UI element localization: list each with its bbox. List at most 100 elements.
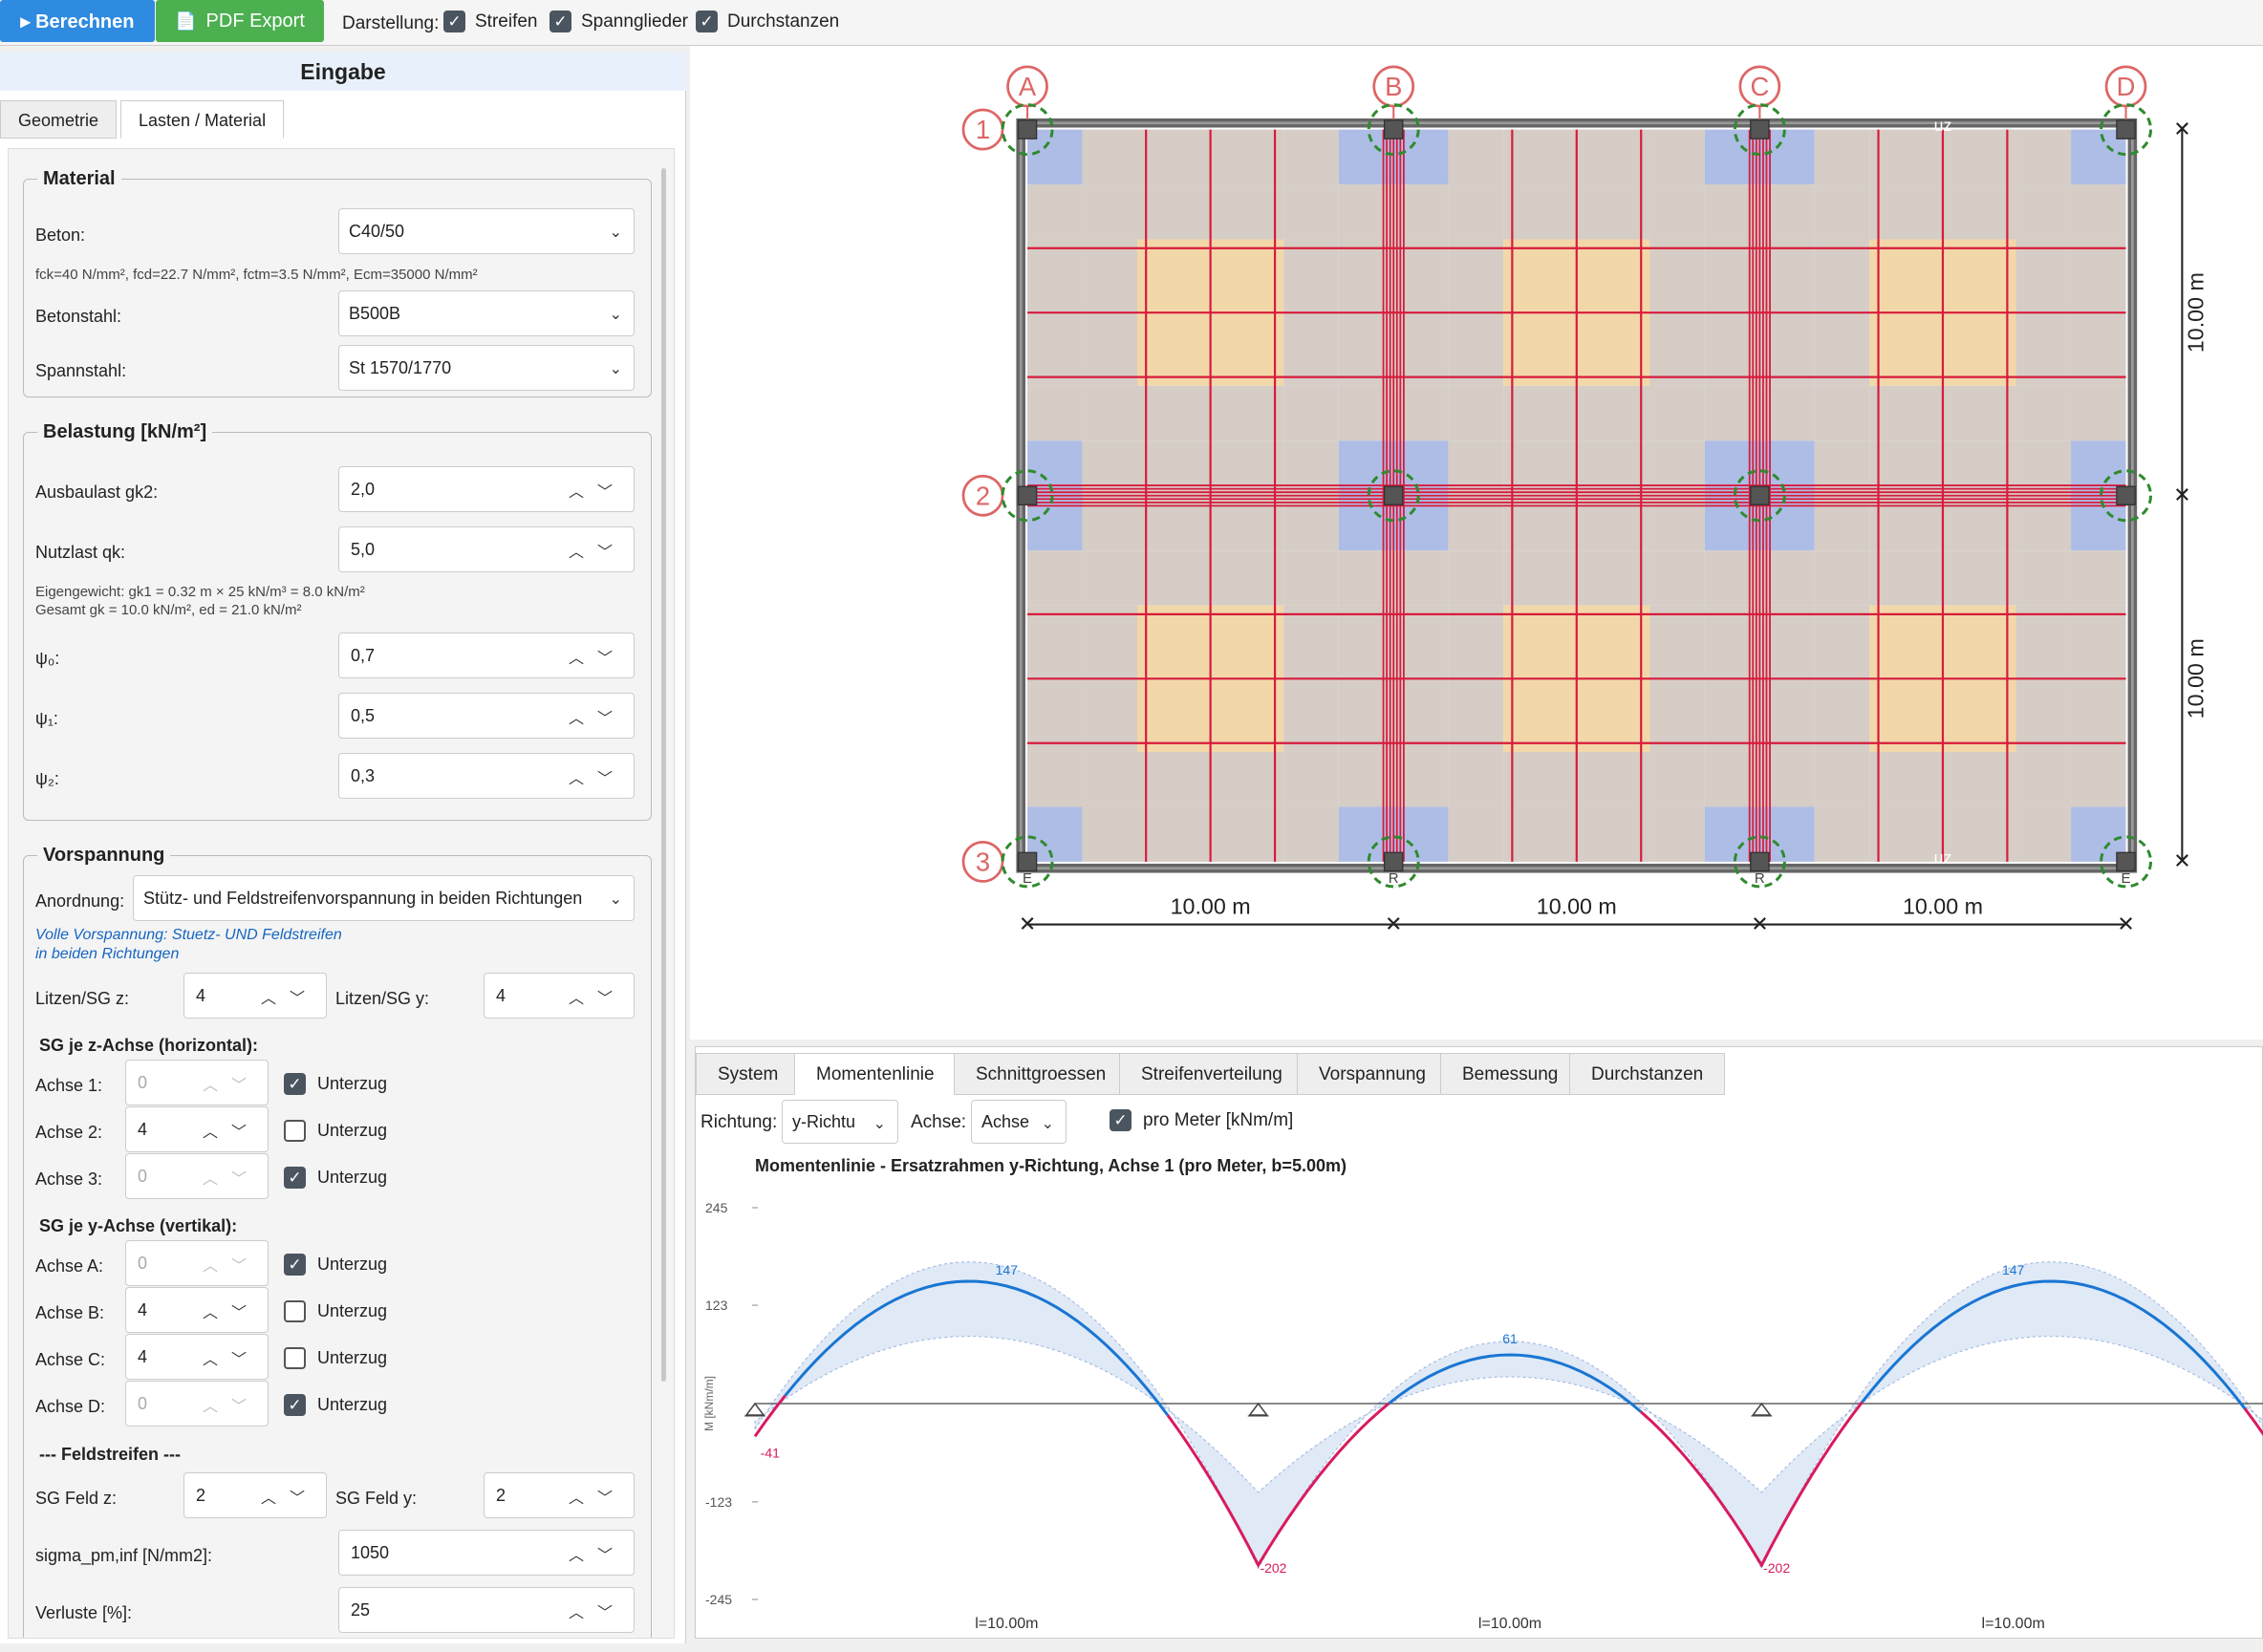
achse-select[interactable]: Achse ⌄ [971,1100,1067,1144]
achse-value: Achse [981,1111,1030,1131]
sg-feld-z-input[interactable]: 2 ︿﹀ [183,1472,327,1518]
spinner-icon: ︿﹀ [202,1258,260,1275]
achse-3-unterzug-checkbox[interactable]: ✓ Unterzug [284,1167,387,1189]
beton-value: C40/50 [349,221,405,241]
durchstanzen-checkbox[interactable]: ✓ Durchstanzen [696,11,839,32]
dimension-tick: ✕ [2173,849,2190,873]
achse-a-input[interactable]: 0 ︿﹀ [125,1240,269,1286]
spannstahl-value: St 1570/1770 [349,357,452,377]
strip-cell [1448,751,1504,807]
achse-c-input[interactable]: 4 ︿﹀ [125,1334,269,1380]
tab-momentenlinie[interactable]: Momentenlinie [794,1053,957,1095]
litzen-y-label: Litzen/SG y: [335,989,430,1008]
support-icon [1248,1402,1269,1416]
achse-1-unterzug-checkbox[interactable]: ✓ Unterzug [284,1073,387,1095]
strip-cell [1704,184,1760,240]
litzen-y-input[interactable]: 4 ︿﹀ [484,973,635,1019]
calculate-button[interactable]: ▸ Berechnen [0,0,155,42]
achse-c-unterzug-checkbox[interactable]: ✓ Unterzug [284,1347,387,1369]
achse-d-input[interactable]: 0 ︿﹀ [125,1381,269,1427]
tab-geometrie[interactable]: Geometrie [0,100,118,139]
spinner-icon[interactable]: ︿﹀ [569,645,626,668]
achse-b-input[interactable]: 4 ︿﹀ [125,1287,269,1333]
anordnung-label: Anordnung: [35,891,125,911]
unterzug-label: Unterzug [317,1121,388,1140]
achse-1-value: 0 [138,1072,148,1092]
y-tick-label: 245 [705,1200,728,1215]
strip-cell [1283,440,1339,496]
spinner-icon[interactable]: ︿﹀ [203,1346,260,1369]
strip-cell [1338,184,1394,240]
spinner-icon[interactable]: ︿﹀ [569,479,626,502]
strip-cell [1283,129,1339,185]
psi2-input[interactable]: 0,3 ︿﹀ [338,753,635,799]
strip-cell [1814,550,1870,606]
achse-3-label: Achse 3: [35,1169,103,1189]
achse-2-unterzug-checkbox[interactable]: ✓ Unterzug [284,1120,387,1142]
tab-system[interactable]: System [696,1053,801,1095]
spinner-icon[interactable]: ︿﹀ [203,1119,260,1142]
richtung-select[interactable]: y-Richtu ⌄ [782,1100,898,1144]
material-legend: Material [43,168,116,189]
spinner-icon[interactable]: ︿﹀ [569,985,626,1008]
achse-d-label: Achse D: [35,1397,106,1416]
spinner-icon[interactable]: ︿﹀ [569,539,626,562]
tab-lasten-material[interactable]: Lasten / Material [120,100,285,139]
spinner-icon[interactable]: ︿﹀ [569,765,626,788]
streifen-checkbox[interactable]: ✓ Streifen [443,11,537,32]
tab-streifenverteilung[interactable]: Streifenverteilung [1119,1053,1304,1095]
strip-cell [2071,184,2126,240]
achse-d-unterzug-checkbox[interactable]: ✓ Unterzug [284,1394,387,1416]
column [1017,851,1038,872]
strip-cell [1283,751,1339,807]
psi0-input[interactable]: 0,7 ︿﹀ [338,633,635,678]
beton-select[interactable]: C40/50 ⌄ [338,208,635,254]
achse-3-input[interactable]: 0 ︿﹀ [125,1153,269,1199]
tab-vorspannung[interactable]: Vorspannung [1297,1053,1448,1095]
tab-bemessung[interactable]: Bemessung [1440,1053,1581,1095]
achse-a-value: 0 [138,1253,148,1273]
spinner-icon[interactable]: ︿﹀ [569,1485,626,1508]
tab-schnittgroessen[interactable]: Schnittgroessen [954,1053,1129,1095]
sg-feld-y-input[interactable]: 2 ︿﹀ [484,1472,635,1518]
achse-b-unterzug-checkbox[interactable]: ✓ Unterzug [284,1300,387,1322]
tab-durchstanzen[interactable]: Durchstanzen [1569,1053,1726,1095]
dimension-tick: ✕ [1019,912,1036,935]
ausbaulast-input[interactable]: 2,0 ︿﹀ [338,466,635,512]
sigma-input[interactable]: 1050 ︿﹀ [338,1530,635,1576]
strip-cell [1283,184,1339,240]
verluste-input[interactable]: 25 ︿﹀ [338,1587,635,1633]
axis-label: C [1750,72,1769,101]
nutzlast-input[interactable]: 5,0 ︿﹀ [338,526,635,572]
spannglieder-checkbox[interactable]: ✓ Spannglieder [550,11,688,32]
form-scroll-area: Material Beton: C40/50 ⌄ fck=40 N/mm², fc… [8,148,675,1639]
betonstahl-select[interactable]: B500B ⌄ [338,290,635,336]
pro-meter-checkbox[interactable]: ✓ pro Meter [kNm/m] [1110,1109,1293,1131]
chevron-down-icon: ⌄ [609,361,622,377]
spannstahl-select[interactable]: St 1570/1770 ⌄ [338,345,635,391]
strip-cell [1649,385,1705,441]
spinner-icon[interactable]: ︿﹀ [569,1599,626,1622]
column [2116,119,2136,139]
beton-label: Beton: [35,225,86,245]
spinner-icon[interactable]: ︿﹀ [261,1485,318,1508]
anordnung-select[interactable]: Stütz- und Feldstreifenvorspannung in be… [133,875,635,921]
spinner-icon[interactable]: ︿﹀ [569,1542,626,1565]
achse-2-input[interactable]: 4 ︿﹀ [125,1106,269,1152]
slab-plan-svg: uz uz A E B R C R D E 1 2 3 ✕ ✕ ✕ ✕ 10.00 m 10.00 m 10.00 m… [961,65,2208,935]
moment-chart: Momentenlinie - Ersatzrahmen y-Richtung,… [702,1156,2263,1632]
achse-1-input[interactable]: 0 ︿﹀ [125,1060,269,1105]
nutzlast-label: Nutzlast qk: [35,543,126,562]
spinner-icon[interactable]: ︿﹀ [261,985,318,1008]
strip-cell [1649,129,1705,185]
spinner-icon[interactable]: ︿﹀ [569,705,626,728]
achse-a-unterzug-checkbox[interactable]: ✓ Unterzug [284,1254,387,1276]
scrollbar[interactable] [661,168,666,1382]
spinner-icon[interactable]: ︿﹀ [203,1299,260,1322]
chevron-down-icon: ⌄ [1041,1116,1054,1132]
pdf-export-button[interactable]: 📄 PDF Export [156,0,324,42]
slab-drawing: uz uz A E B R C R D E 1 2 3 ✕ ✕ ✕ ✕ 10.00 m 10.00 m 10.00 m… [690,46,2263,1040]
litzen-z-input[interactable]: 4 ︿﹀ [183,973,327,1019]
psi1-input[interactable]: 0,5 ︿﹀ [338,693,635,739]
achse-b-label: Achse B: [35,1303,105,1322]
